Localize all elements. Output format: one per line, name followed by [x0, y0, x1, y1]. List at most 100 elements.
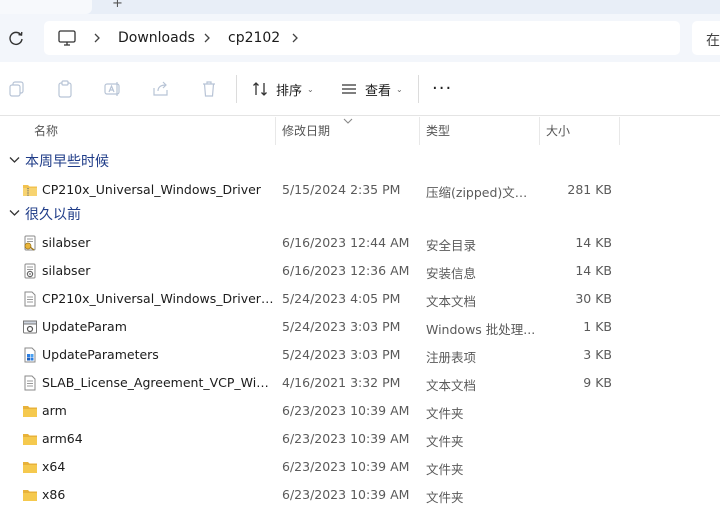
file-name: CP210x_Universal_Windows_Driver_R... [42, 291, 274, 306]
breadcrumb-downloads[interactable]: Downloads [118, 30, 195, 46]
view-icon [342, 84, 356, 94]
file-date: 4/16/2021 3:32 PM [282, 375, 401, 390]
file-size: 9 KB [583, 375, 612, 390]
file-type: 压缩(zipped)文件... [426, 185, 536, 200]
address-bar[interactable]: Downloads cp2102 [44, 21, 680, 55]
new-tab-icon[interactable]: + [112, 0, 123, 11]
this-pc-icon[interactable] [58, 30, 76, 46]
file-name: x86 [42, 487, 66, 502]
column-divider[interactable] [539, 117, 540, 145]
file-date: 6/23/2023 10:39 AM [282, 431, 410, 446]
file-row[interactable]: SLAB_License_Agreement_VCP_Windo... 4/16/… [0, 369, 720, 397]
file-type: 文件夹 [426, 462, 464, 477]
chevron-right-icon[interactable] [290, 32, 300, 44]
column-header-size[interactable]: 大小 [546, 122, 570, 139]
toolbar-divider [236, 75, 237, 103]
file-name: UpdateParameters [42, 347, 159, 362]
view-label: 查看 [365, 83, 392, 99]
sort-descending-icon [343, 118, 353, 124]
rename-icon[interactable] [104, 80, 122, 98]
column-divider[interactable] [419, 117, 420, 145]
file-size: 30 KB [575, 291, 612, 306]
file-name: arm64 [42, 431, 83, 446]
batch-file-icon [22, 319, 38, 335]
file-date: 5/24/2023 3:03 PM [282, 319, 401, 334]
chevron-down-icon[interactable] [9, 209, 20, 217]
file-type: 安装信息 [426, 266, 477, 281]
column-divider[interactable] [619, 117, 620, 145]
group-header[interactable]: 很久以前 [0, 201, 720, 227]
sort-label: 排序 [276, 83, 303, 99]
sort-icon [253, 82, 267, 96]
share-icon[interactable] [152, 80, 170, 98]
file-date: 6/16/2023 12:44 AM [282, 235, 410, 250]
file-type: 文本文档 [426, 294, 477, 309]
file-name: CP210x_Universal_Windows_Driver [42, 182, 261, 197]
column-header-type[interactable]: 类型 [426, 122, 450, 139]
file-row[interactable]: UpdateParameters 5/24/2023 3:03 PM 注册表项 3 K… [0, 341, 720, 369]
group-title: 本周早些时候 [25, 154, 109, 170]
registry-file-icon [22, 347, 38, 363]
text-document-icon [22, 291, 38, 307]
file-row[interactable]: UpdateParam 5/24/2023 3:03 PM Windows 批处理.… [0, 313, 720, 341]
file-type: 文件夹 [426, 434, 464, 449]
file-type: 文件夹 [426, 406, 464, 421]
file-type: 文件夹 [426, 490, 464, 505]
chevron-down-icon: ⌄ [307, 84, 314, 94]
group-header[interactable]: 本周早些时候 [0, 148, 720, 174]
view-button[interactable]: 查看 ⌄ [341, 78, 403, 100]
file-name: SLAB_License_Agreement_VCP_Windo... [42, 375, 274, 390]
folder-icon [22, 487, 38, 503]
file-name: arm [42, 403, 67, 418]
column-divider[interactable] [275, 117, 276, 145]
chevron-right-icon[interactable] [202, 32, 212, 44]
search-input[interactable]: 在 [692, 21, 720, 55]
copy-icon[interactable] [8, 80, 26, 98]
folder-icon [22, 459, 38, 475]
file-date: 5/24/2023 3:03 PM [282, 347, 401, 362]
breadcrumb-cp2102[interactable]: cp2102 [228, 30, 280, 46]
toolbar-divider [418, 75, 419, 103]
file-row[interactable]: x86 6/23/2023 10:39 AM 文件夹 [0, 481, 720, 509]
file-type: 文本文档 [426, 378, 477, 393]
file-date: 6/23/2023 10:39 AM [282, 459, 410, 474]
file-row[interactable]: x64 6/23/2023 10:39 AM 文件夹 [0, 453, 720, 481]
chevron-right-icon[interactable] [92, 32, 102, 44]
refresh-icon[interactable] [6, 28, 26, 48]
file-date: 6/23/2023 10:39 AM [282, 403, 410, 418]
column-header-date[interactable]: 修改日期 [282, 122, 330, 139]
file-name: silabser [42, 235, 91, 250]
delete-icon[interactable] [200, 80, 218, 98]
file-size: 3 KB [583, 347, 612, 362]
file-row[interactable]: CP210x_Universal_Windows_Driver 5/15/2024… [0, 176, 720, 204]
file-type: Windows 批处理... [426, 322, 536, 337]
security-catalog-icon [22, 235, 38, 251]
more-options-button[interactable]: ··· [432, 78, 452, 99]
sort-button[interactable]: 排序 ⌄ [252, 78, 314, 100]
text-document-icon [22, 375, 38, 391]
file-size: 14 KB [575, 263, 612, 278]
folder-icon [22, 403, 38, 419]
file-date: 6/23/2023 10:39 AM [282, 487, 410, 502]
file-row[interactable]: CP210x_Universal_Windows_Driver_R... 5/24… [0, 285, 720, 313]
file-name: silabser [42, 263, 91, 278]
tab-strip: + [0, 0, 720, 14]
setup-info-icon [22, 263, 38, 279]
file-row[interactable]: silabser 6/16/2023 12:36 AM 安装信息 14 KB [0, 257, 720, 285]
address-row: Downloads cp2102 在 [0, 14, 720, 62]
file-size: 1 KB [583, 319, 612, 334]
paste-icon[interactable] [56, 80, 74, 98]
file-type: 安全目录 [426, 238, 477, 253]
file-row[interactable]: arm64 6/23/2023 10:39 AM 文件夹 [0, 425, 720, 453]
column-header-name[interactable]: 名称 [34, 122, 58, 139]
file-size: 14 KB [575, 235, 612, 250]
active-tab[interactable] [0, 0, 92, 14]
file-name: x64 [42, 459, 66, 474]
file-row[interactable]: silabser 6/16/2023 12:44 AM 安全目录 14 KB [0, 229, 720, 257]
file-row[interactable]: arm 6/23/2023 10:39 AM 文件夹 [0, 397, 720, 425]
file-date: 5/15/2024 2:35 PM [282, 182, 401, 197]
command-bar: 排序 ⌄ 查看 ⌄ ··· [0, 62, 720, 116]
file-date: 5/24/2023 4:05 PM [282, 291, 401, 306]
search-placeholder: 在 [706, 33, 720, 49]
chevron-down-icon[interactable] [9, 156, 20, 164]
